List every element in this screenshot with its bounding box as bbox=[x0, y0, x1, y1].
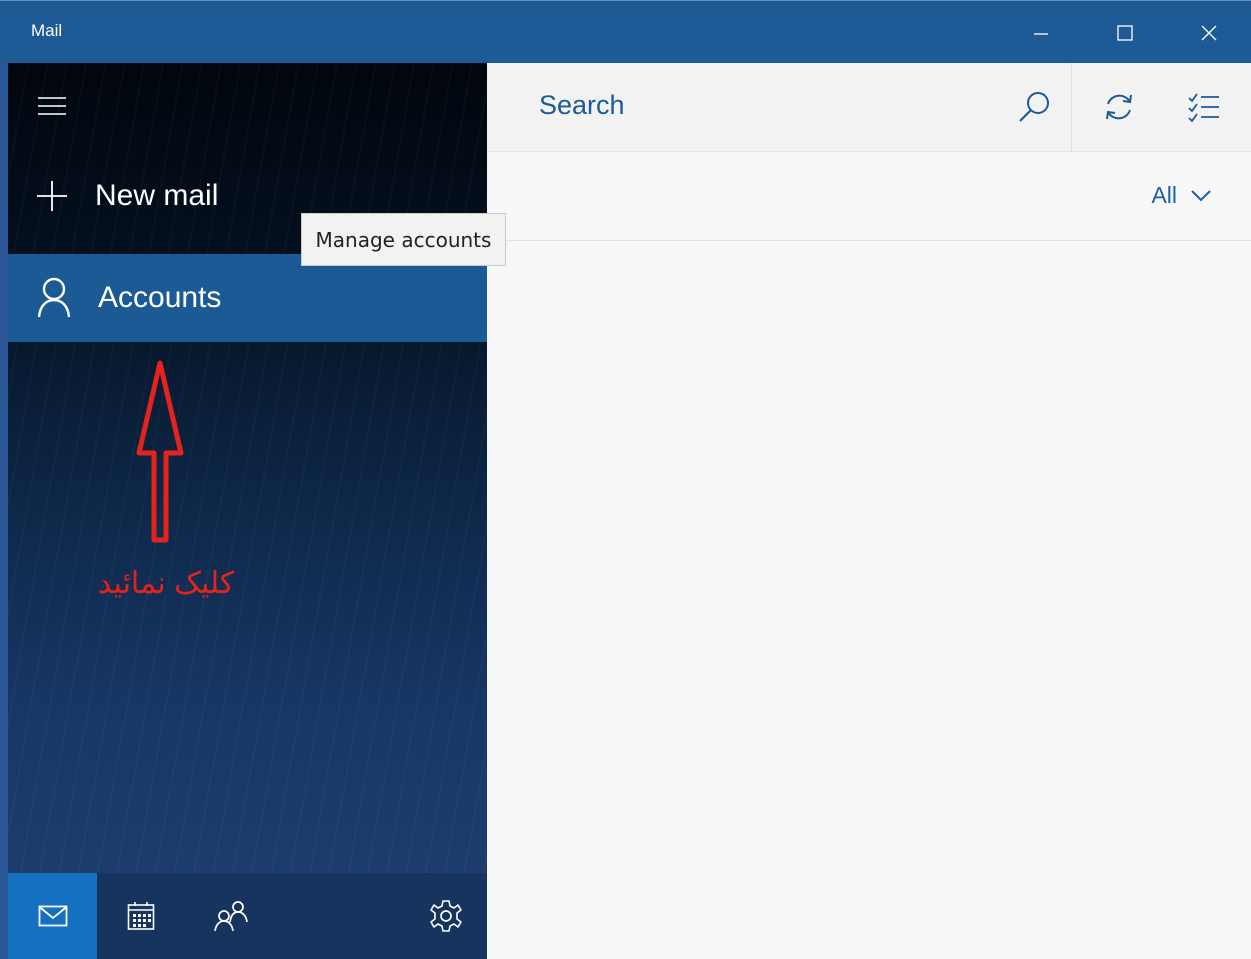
mail-icon bbox=[38, 905, 67, 927]
accounts-label: Accounts bbox=[98, 281, 222, 314]
close-icon bbox=[1201, 25, 1217, 40]
bottom-nav bbox=[8, 873, 487, 959]
new-mail-label: New mail bbox=[95, 179, 219, 212]
mail-nav-button[interactable] bbox=[8, 873, 97, 959]
click-annotation: کلیک نمائید bbox=[97, 567, 235, 600]
filter-dropdown[interactable]: All bbox=[1151, 182, 1211, 209]
tooltip: Manage accounts bbox=[301, 213, 506, 266]
gear-icon bbox=[430, 900, 462, 932]
person-icon bbox=[37, 277, 71, 318]
search-button[interactable] bbox=[1002, 81, 1066, 133]
people-icon bbox=[214, 901, 248, 932]
search-bar: Search bbox=[487, 63, 1251, 152]
accounts-button[interactable]: Accounts bbox=[8, 254, 487, 342]
arrow-up-annotation bbox=[136, 360, 184, 543]
maximize-icon bbox=[1117, 24, 1133, 41]
message-list-pane: Search All bbox=[487, 63, 1251, 959]
calendar-icon bbox=[127, 902, 155, 930]
sync-button[interactable] bbox=[1087, 81, 1151, 133]
menu-button[interactable] bbox=[34, 93, 70, 119]
plus-icon bbox=[37, 181, 67, 211]
hamburger-icon bbox=[38, 97, 66, 115]
people-nav-button[interactable] bbox=[198, 873, 264, 959]
selection-mode-button[interactable] bbox=[1172, 81, 1236, 133]
search-input[interactable]: Search bbox=[539, 90, 625, 121]
filter-bar: All bbox=[487, 152, 1251, 241]
close-button[interactable] bbox=[1167, 1, 1251, 64]
maximize-button[interactable] bbox=[1083, 1, 1167, 64]
minimize-button[interactable] bbox=[999, 1, 1083, 64]
settings-nav-button[interactable] bbox=[413, 873, 479, 959]
divider bbox=[1071, 63, 1072, 151]
filter-label: All bbox=[1151, 182, 1177, 208]
title-bar: Mail bbox=[0, 0, 1251, 63]
sync-icon bbox=[1106, 94, 1132, 120]
chevron-down-icon bbox=[1191, 189, 1211, 201]
search-icon bbox=[1019, 92, 1049, 122]
checklist-icon bbox=[1188, 93, 1219, 123]
sidebar: New mail Accounts کلیک نمائید bbox=[8, 63, 487, 959]
app-title: Mail bbox=[31, 21, 63, 40]
minimize-icon bbox=[1034, 32, 1048, 35]
calendar-nav-button[interactable] bbox=[108, 873, 174, 959]
